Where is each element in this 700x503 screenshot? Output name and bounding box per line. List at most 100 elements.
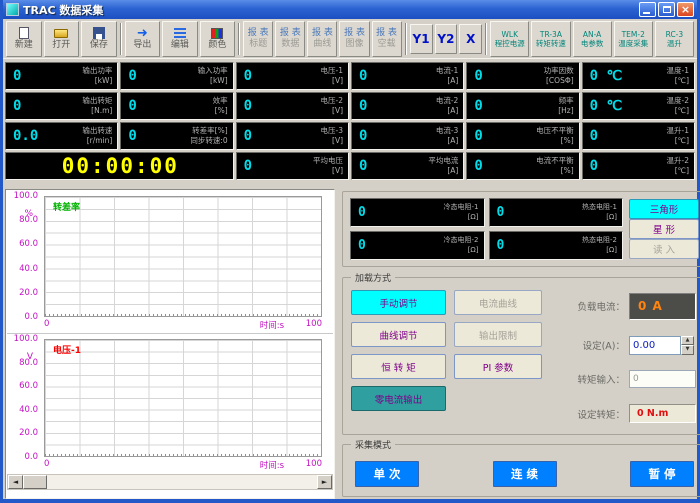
resistance-box: 0冷态电阻-1[Ω] 0热态电阻-1[Ω] 0冷态电阻-2[Ω] 0热态电阻-2… bbox=[342, 191, 700, 267]
device-tem2-temp-button[interactable]: TEM-2 温度采集 bbox=[614, 21, 653, 57]
edit-lines-icon bbox=[174, 26, 186, 40]
curve-adjust-button[interactable]: 曲线调节 bbox=[351, 322, 446, 347]
lcd-output-speed: 0.0输出转速[r/min] bbox=[5, 122, 118, 150]
load-current-display: 0 A bbox=[629, 293, 696, 320]
lcd-hot-resistance-1: 0热态电阻-1[Ω] bbox=[489, 198, 624, 227]
output-limit-button[interactable]: 输出限制 bbox=[454, 322, 542, 347]
toolbar-separator bbox=[485, 23, 487, 55]
lcd-current-unbalance: 0电流不平衡[%] bbox=[466, 152, 579, 180]
constant-torque-button[interactable]: 恒 转 矩 bbox=[351, 354, 446, 379]
current-curve-button[interactable]: 电流曲线 bbox=[454, 290, 542, 315]
lcd-avg-current: 0平均电流[A] bbox=[351, 152, 464, 180]
open-label: 打开 bbox=[52, 41, 70, 51]
lcd-avg-voltage: 0平均电压[V] bbox=[236, 152, 349, 180]
main-area: 100.0 % 80.0 60.0 40.0 20.0 0.0 转差率 0 时间… bbox=[3, 187, 697, 499]
close-button[interactable]: × bbox=[677, 2, 694, 17]
new-button[interactable]: 新建 bbox=[6, 21, 42, 57]
series-legend: 电压-1 bbox=[53, 343, 81, 356]
toolbar-separator bbox=[120, 23, 122, 55]
app-icon bbox=[6, 3, 19, 16]
color-button[interactable]: 颜色 bbox=[200, 21, 236, 57]
torque-input-field[interactable] bbox=[629, 370, 696, 388]
measurement-grid: 0输出功率[kW] 0输入功率[kW] 0电压-1[V] 0电流-1[A] 0功… bbox=[3, 59, 697, 187]
loading-mode-box: 加载方式 手动调节 曲线调节 恒 转 矩 零电流输出 电流曲线 输出限制 PI … bbox=[342, 277, 700, 435]
chart-slip-rate: 100.0 % 80.0 60.0 40.0 20.0 0.0 转差率 0 时间… bbox=[7, 191, 333, 333]
lcd-current-1: 0电流-1[A] bbox=[351, 62, 464, 90]
export-arrow-icon: ➜ bbox=[137, 26, 148, 40]
single-capture-button[interactable]: 单 次 bbox=[355, 461, 419, 487]
loading-mid-buttons: 电流曲线 输出限制 PI 参数 bbox=[454, 290, 549, 426]
device-tr3a-torque-button[interactable]: TR-3A 转矩转速 bbox=[531, 21, 570, 57]
lcd-voltage-1: 0电压-1[V] bbox=[236, 62, 349, 90]
horizontal-scrollbar[interactable]: ◄ ► bbox=[7, 474, 333, 490]
app-window: TRAC 数据采集 × 新建 打开 保存 ➜ 导出 编辑 颜色 bbox=[0, 0, 700, 503]
lcd-frequency: 0频率[Hz] bbox=[466, 92, 579, 120]
resistance-cells: 0冷态电阻-1[Ω] 0热态电阻-1[Ω] 0冷态电阻-2[Ω] 0热态电阻-2… bbox=[350, 198, 623, 260]
series-legend: 转差率 bbox=[53, 200, 80, 213]
device-wlk-power-button[interactable]: WLK 程控电源 bbox=[490, 21, 529, 57]
lcd-cold-resistance-1: 0冷态电阻-1[Ω] bbox=[350, 198, 485, 227]
scroll-right-arrow[interactable]: ► bbox=[317, 475, 332, 489]
set-current-label: 设定(A)： bbox=[563, 338, 625, 352]
maximize-icon bbox=[663, 6, 671, 13]
scrollbar-thumb[interactable] bbox=[23, 475, 47, 489]
export-button[interactable]: ➜ 导出 bbox=[125, 21, 161, 57]
report-data-button[interactable]: 报 表 数据 bbox=[275, 21, 305, 57]
save-label: 保存 bbox=[90, 41, 108, 51]
lcd-temp-rise-1: 0温升-1[℃] bbox=[582, 122, 695, 150]
edit-label: 编辑 bbox=[171, 41, 189, 51]
x-axis-label: 时间:s bbox=[260, 319, 284, 331]
manual-adjust-button[interactable]: 手动调节 bbox=[351, 290, 446, 315]
minimize-button[interactable] bbox=[639, 2, 656, 17]
x-axis: 0 时间:s 100 bbox=[44, 319, 322, 332]
report-noload-button[interactable]: 报 表 空载 bbox=[372, 21, 402, 57]
triangle-mode-button[interactable]: 三角形 bbox=[629, 199, 699, 219]
plot-area: 转差率 bbox=[44, 196, 322, 317]
report-title-button[interactable]: 报 表 标题 bbox=[243, 21, 273, 57]
maximize-button[interactable] bbox=[658, 2, 675, 17]
lcd-current-3: 0电流-3[A] bbox=[351, 122, 464, 150]
set-current-input[interactable] bbox=[629, 336, 681, 355]
spinner-down-button[interactable]: ▼ bbox=[681, 345, 694, 355]
save-button[interactable]: 保存 bbox=[81, 21, 117, 57]
scroll-left-arrow[interactable]: ◄ bbox=[8, 475, 23, 489]
lcd-efficiency: 0效率[%] bbox=[120, 92, 233, 120]
plot-area: 电压-1 bbox=[44, 339, 322, 457]
lcd-temperature-2: 0 ℃温度-2[℃] bbox=[582, 92, 695, 120]
report-image-button[interactable]: 报 表 图像 bbox=[339, 21, 369, 57]
window-title: TRAC 数据采集 bbox=[23, 2, 637, 18]
lcd-output-torque: 0输出转矩[N.m] bbox=[5, 92, 118, 120]
set-torque-label: 设定转矩： bbox=[563, 407, 625, 421]
device-ana-params-button[interactable]: AN-A 电参数 bbox=[573, 21, 612, 57]
capture-mode-box: 采集模式 单 次 连 续 暂 停 bbox=[342, 444, 700, 497]
x-axis-label: 时间:s bbox=[260, 459, 284, 471]
winding-mode-buttons: 三角形 星 形 读 入 bbox=[629, 198, 699, 260]
edit-button[interactable]: 编辑 bbox=[162, 21, 198, 57]
report-curve-button[interactable]: 报 表 曲线 bbox=[307, 21, 337, 57]
y-axis: 100.0 V 80.0 60.0 40.0 20.0 0.0 bbox=[7, 339, 41, 457]
spinner-up-button[interactable]: ▲ bbox=[681, 336, 694, 346]
save-icon bbox=[93, 26, 105, 40]
open-button[interactable]: 打开 bbox=[44, 21, 80, 57]
x-axis-button[interactable]: X bbox=[459, 24, 482, 54]
new-file-icon bbox=[19, 26, 29, 40]
y2-axis-button[interactable]: Y2 bbox=[435, 24, 458, 54]
y-axis: 100.0 % 80.0 60.0 40.0 20.0 0.0 bbox=[7, 196, 41, 317]
titlebar: TRAC 数据采集 × bbox=[3, 0, 697, 19]
y1-axis-button[interactable]: Y1 bbox=[410, 24, 433, 54]
pause-capture-button[interactable]: 暂 停 bbox=[630, 461, 694, 487]
read-in-button[interactable]: 读 入 bbox=[629, 239, 699, 259]
pi-params-button[interactable]: PI 参数 bbox=[454, 354, 542, 379]
star-mode-button[interactable]: 星 形 bbox=[629, 219, 699, 239]
scrollbar-track[interactable] bbox=[47, 475, 317, 489]
open-folder-icon bbox=[54, 26, 68, 40]
lcd-input-power: 0输入功率[kW] bbox=[120, 62, 233, 90]
device-rc3-rise-button[interactable]: RC-3 温升 bbox=[655, 21, 694, 57]
x-axis: 0 时间:s 100 bbox=[44, 459, 322, 472]
zero-current-output-button[interactable]: 零电流输出 bbox=[351, 386, 446, 411]
loading-fields: 负载电流： 0 A 设定(A)： ▲ ▼ 转矩输入： 设定转矩： 0 N.m bbox=[557, 290, 698, 426]
color-label: 颜色 bbox=[208, 41, 226, 51]
lcd-voltage-unbalance: 0电压不平衡[%] bbox=[466, 122, 579, 150]
minimize-icon bbox=[643, 12, 650, 14]
continuous-capture-button[interactable]: 连 续 bbox=[493, 461, 557, 487]
